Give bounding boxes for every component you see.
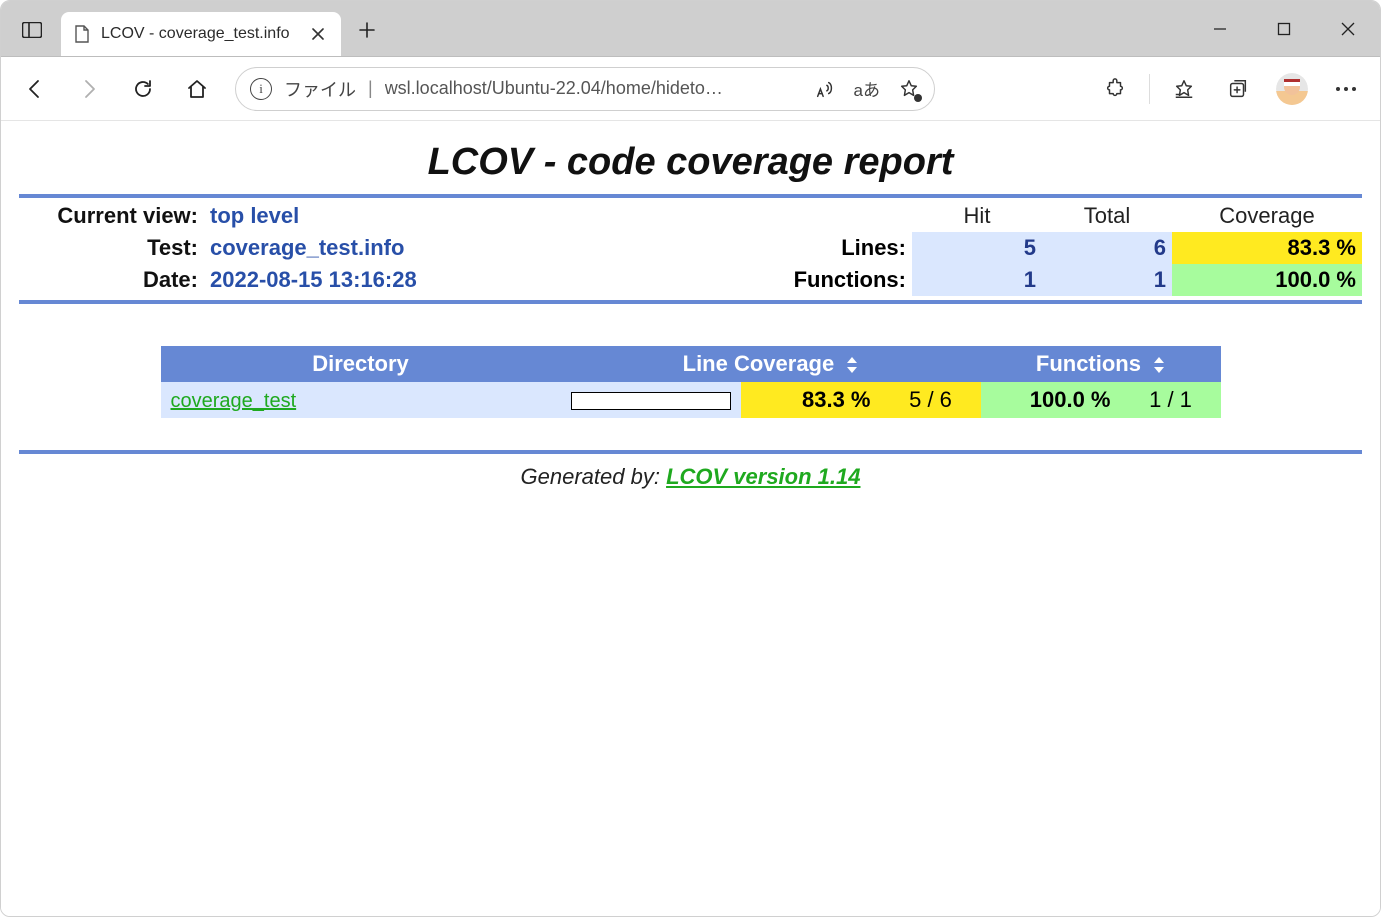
test-label: Test: bbox=[19, 232, 204, 264]
lines-label: Lines: bbox=[592, 232, 912, 264]
file-icon bbox=[73, 25, 91, 43]
avatar bbox=[1276, 73, 1308, 105]
table-row: coverage_test 83.3 %5 / 6100.0 %1 / 1 bbox=[161, 382, 1221, 418]
address-url: wsl.localhost/Ubuntu-22.04/home/hideto… bbox=[385, 78, 794, 99]
favorites-button[interactable] bbox=[1160, 65, 1208, 113]
extensions-button[interactable] bbox=[1091, 65, 1139, 113]
translate-button[interactable]: aあ bbox=[854, 76, 880, 101]
tab-actions-button[interactable] bbox=[9, 10, 55, 50]
func-pct: 100.0 % bbox=[981, 382, 1121, 418]
address-separator: | bbox=[368, 78, 373, 99]
func-ratio: 1 / 1 bbox=[1121, 382, 1221, 418]
lines-hit: 5 bbox=[912, 232, 1042, 264]
lines-pct: 83.3 % bbox=[1172, 232, 1362, 264]
browser-window: LCOV - coverage_test.info i ファイル | wsl.l… bbox=[0, 0, 1381, 917]
col-hit-label: Hit bbox=[912, 200, 1042, 232]
current-view-value[interactable]: top level bbox=[204, 200, 592, 232]
forward-button[interactable] bbox=[65, 65, 113, 113]
favorite-icon[interactable] bbox=[898, 78, 920, 100]
generated-by: Generated by: LCOV version 1.14 bbox=[19, 464, 1362, 490]
generated-by-prefix: Generated by: bbox=[521, 464, 667, 489]
page-content: LCOV - code coverage report Current view… bbox=[1, 121, 1380, 916]
col-total-label: Total bbox=[1042, 200, 1172, 232]
funcs-pct: 100.0 % bbox=[1172, 264, 1362, 296]
toolbar-divider bbox=[1149, 74, 1150, 104]
address-bar[interactable]: i ファイル | wsl.localhost/Ubuntu-22.04/home… bbox=[235, 67, 935, 111]
current-view-label: Current view: bbox=[19, 200, 204, 232]
summary-header-table: Current view: top level Hit Total Covera… bbox=[19, 200, 1362, 296]
directory-link[interactable]: coverage_test bbox=[171, 390, 297, 412]
collections-button[interactable] bbox=[1214, 65, 1262, 113]
ruler-bottom bbox=[19, 450, 1362, 454]
sort-icon bbox=[846, 357, 858, 373]
window-maximize-button[interactable] bbox=[1252, 1, 1316, 57]
test-value: coverage_test.info bbox=[204, 232, 592, 264]
tab-active[interactable]: LCOV - coverage_test.info bbox=[61, 12, 341, 56]
tab-close-button[interactable] bbox=[307, 23, 329, 45]
home-button[interactable] bbox=[173, 65, 221, 113]
line-ratio: 5 / 6 bbox=[881, 382, 981, 418]
sort-icon bbox=[1153, 357, 1165, 373]
lines-total: 6 bbox=[1042, 232, 1172, 264]
lcov-version-link[interactable]: LCOV version 1.14 bbox=[666, 464, 860, 489]
col-functions[interactable]: Functions bbox=[981, 346, 1221, 382]
funcs-total: 1 bbox=[1042, 264, 1172, 296]
window-minimize-button[interactable] bbox=[1188, 1, 1252, 57]
date-value: 2022-08-15 13:16:28 bbox=[204, 264, 592, 296]
line-pct: 83.3 % bbox=[741, 382, 881, 418]
ruler-mid bbox=[19, 300, 1362, 304]
funcs-hit: 1 bbox=[912, 264, 1042, 296]
window-close-button[interactable] bbox=[1316, 1, 1380, 57]
tab-title: LCOV - coverage_test.info bbox=[101, 25, 290, 43]
refresh-button[interactable] bbox=[119, 65, 167, 113]
report-title: LCOV - code coverage report bbox=[19, 141, 1362, 184]
col-coverage-label: Coverage bbox=[1172, 200, 1362, 232]
profile-button[interactable] bbox=[1268, 65, 1316, 113]
read-aloud-icon[interactable] bbox=[814, 78, 836, 100]
new-tab-button[interactable] bbox=[347, 10, 387, 50]
coverage-bar bbox=[571, 392, 731, 410]
address-scheme-label: ファイル bbox=[284, 76, 356, 102]
toolbar: i ファイル | wsl.localhost/Ubuntu-22.04/home… bbox=[1, 57, 1380, 121]
back-button[interactable] bbox=[11, 65, 59, 113]
date-label: Date: bbox=[19, 264, 204, 296]
coverage-bar-cell bbox=[561, 382, 741, 418]
coverage-table: Directory Line Coverage Functions covera bbox=[161, 346, 1221, 418]
window-controls bbox=[1188, 1, 1380, 57]
settings-menu-button[interactable] bbox=[1322, 65, 1370, 113]
ruler-top bbox=[19, 194, 1362, 198]
functions-label: Functions: bbox=[592, 264, 912, 296]
col-line-coverage[interactable]: Line Coverage bbox=[561, 346, 981, 382]
site-info-icon[interactable]: i bbox=[250, 78, 272, 100]
col-directory[interactable]: Directory bbox=[161, 346, 561, 382]
tab-bar: LCOV - coverage_test.info bbox=[1, 1, 1380, 57]
